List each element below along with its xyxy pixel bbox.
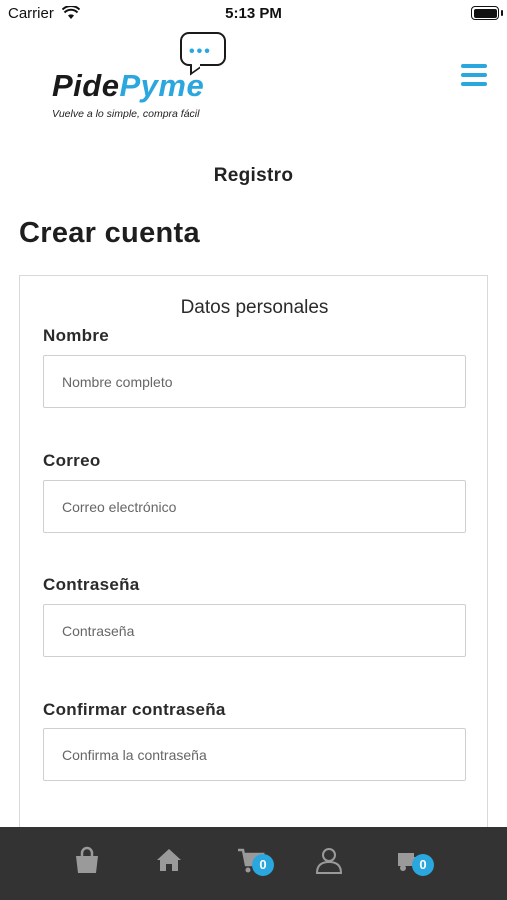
tab-account[interactable]: [314, 845, 350, 881]
email-label: Correo: [43, 451, 101, 470]
confirm-password-label: Confirmar contraseña: [43, 700, 226, 719]
menu-bar: [461, 64, 487, 68]
logo-tagline: Vuelve a lo simple, compra fácil: [52, 108, 200, 120]
name-input[interactable]: [43, 355, 466, 408]
tab-shop[interactable]: [72, 845, 108, 881]
battery-tip: [501, 10, 503, 16]
pidepyme-logo[interactable]: ••• PidePyme Vuelve a lo simple, compra …: [50, 32, 240, 124]
orders-count-badge: 0: [412, 854, 434, 876]
battery-icon: [471, 6, 499, 20]
email-input[interactable]: [43, 480, 466, 533]
page-title: Crear cuenta: [19, 217, 200, 249]
bottom-tab-bar: 0 0: [0, 827, 507, 900]
home-icon: [157, 849, 181, 871]
tab-orders[interactable]: 0: [396, 845, 434, 881]
logo-wordmark: PidePyme: [52, 68, 204, 104]
menu-bar: [461, 73, 487, 77]
personal-data-card: Datos personales Nombre Correo Contraseñ…: [19, 275, 488, 835]
password-label: Contraseña: [43, 575, 140, 594]
tab-cart[interactable]: 0: [236, 845, 274, 881]
status-bar: Carrier 5:13 PM: [0, 0, 507, 28]
cart-count-badge: 0: [252, 854, 274, 876]
clock: 5:13 PM: [225, 5, 282, 22]
section-title: Datos personales: [180, 297, 329, 318]
page-heading: Registro: [213, 165, 294, 186]
password-input[interactable]: [43, 604, 466, 657]
logo-word-pide: Pide: [52, 68, 120, 103]
user-icon: [315, 848, 343, 874]
shopping-bag-icon: [76, 846, 98, 873]
tab-home[interactable]: [154, 845, 190, 881]
menu-bar: [461, 82, 487, 86]
name-label: Nombre: [43, 326, 110, 345]
logo-dots: •••: [189, 43, 212, 60]
hamburger-menu-icon[interactable]: [461, 64, 487, 86]
confirm-password-input[interactable]: [43, 728, 466, 781]
logo-word-pyme: Pyme: [119, 68, 205, 103]
